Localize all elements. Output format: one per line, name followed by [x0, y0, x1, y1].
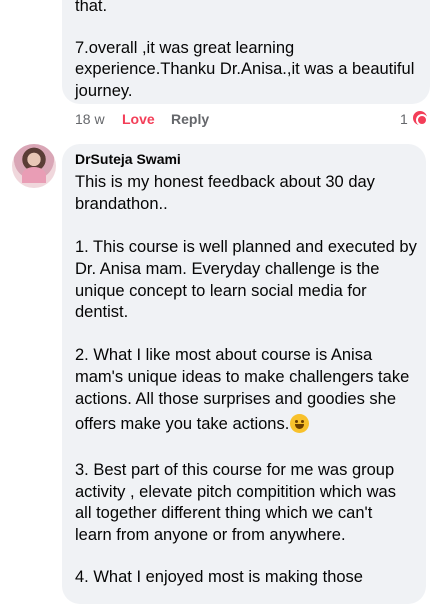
comment-text: that.	[75, 0, 108, 15]
comment-text: 2. What I like most about course is Anis…	[75, 346, 373, 364]
love-reaction-icon[interactable]	[411, 109, 429, 127]
comment-text: activity , elevate pitch compitition whi…	[75, 483, 396, 501]
comment-text: dentist.	[75, 303, 129, 321]
comment-text: actions. All those surprises and goodies…	[75, 390, 397, 408]
comment-time: 18 w	[75, 111, 105, 127]
comment-text: offers make you take actions.	[75, 415, 290, 433]
comment-text: 3. Best part of this course for me was g…	[75, 461, 395, 479]
avatar[interactable]	[12, 144, 56, 188]
comment-text: 7.overall ,it was great learning	[75, 39, 295, 57]
reaction-count[interactable]: 1	[400, 111, 408, 127]
love-button[interactable]: Love	[122, 111, 155, 127]
comment-text: journey.	[75, 82, 133, 100]
comment-text: learn from anyone or from anywhere.	[75, 526, 346, 544]
comment-text-line: offers make you take actions.	[75, 414, 310, 436]
comment-text: mam's unique ideas to make challengers t…	[75, 368, 410, 386]
reply-button[interactable]: Reply	[171, 111, 209, 127]
comment-text: This is my honest feedback about 30 day	[75, 173, 375, 191]
comment-text: Dr. Anisa mam. Everyday challenge is the	[75, 260, 380, 278]
comment-text: 4. What I enjoyed most is making those	[75, 568, 363, 586]
comment-text: 1. This course is well planned and execu…	[75, 238, 417, 256]
comment-text: brandathon..	[75, 195, 168, 213]
comment-text: unique concept to learn social media for	[75, 282, 367, 300]
grinning-face-emoji	[290, 414, 310, 433]
comment-author[interactable]: DrSuteja Swami	[75, 151, 181, 167]
comment-text: experience.Thanku Dr.Anisa.,it was a bea…	[75, 60, 415, 78]
comment-text: all together different thing which we ca…	[75, 504, 373, 522]
